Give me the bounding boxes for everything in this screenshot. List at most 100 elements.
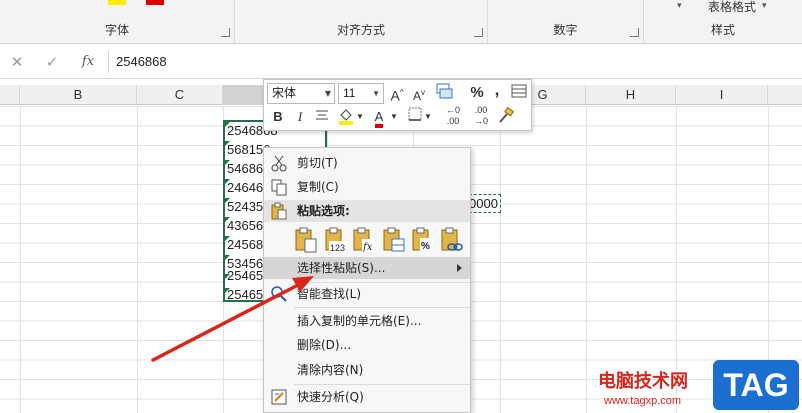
- ribbon-group-alignment: 对齐方式: [235, 0, 488, 44]
- paste-icon[interactable]: [295, 227, 317, 253]
- gridline: [137, 106, 138, 413]
- paste-link-icon[interactable]: [441, 227, 463, 253]
- borders-icon: [408, 107, 422, 121]
- insert-function-icon[interactable]: fx: [78, 53, 98, 71]
- align-center-button[interactable]: [313, 107, 331, 127]
- format-painter-table-button[interactable]: [509, 83, 529, 103]
- chevron-down-icon[interactable]: ▼: [424, 107, 432, 127]
- paste-percent-icon[interactable]: %: [412, 227, 434, 253]
- column-header-h[interactable]: H: [586, 85, 676, 105]
- ribbon-group-label: 字体: [104, 23, 129, 37]
- format-painter-icon: [499, 106, 515, 123]
- menu-item-label: 快速分析(Q): [297, 390, 364, 404]
- context-menu: 剪切(T) 复制(C) 粘贴选项: 123 fx % 选择性粘贴(S)... 智…: [263, 147, 471, 413]
- column-header-c[interactable]: C: [137, 85, 223, 105]
- enter-icon[interactable]: ✓: [42, 53, 62, 71]
- font-name-value: 宋体: [272, 86, 297, 100]
- decrease-decimal-label: .00: [474, 105, 488, 115]
- menu-item-smart-lookup[interactable]: 智能查找(L): [264, 283, 470, 305]
- decrease-font-button[interactable]: Av: [410, 83, 428, 103]
- column-header-j[interactable]: [768, 85, 802, 105]
- cancel-icon[interactable]: ✕: [7, 53, 27, 71]
- alignment-dialog-launcher-icon[interactable]: [474, 28, 483, 37]
- menu-item-label: 插入复制的单元格(E)...: [297, 314, 422, 328]
- paste-values-icon[interactable]: 123: [325, 227, 347, 253]
- format-painter-button[interactable]: [496, 106, 516, 127]
- number-format-icon: [436, 83, 453, 99]
- table-icon: [511, 84, 527, 98]
- menu-item-clear-contents[interactable]: 清除内容(N): [264, 359, 470, 381]
- paste-formatting-icon[interactable]: [383, 227, 405, 253]
- menu-item-insert-copied-cells[interactable]: 插入复制的单元格(E)...: [264, 310, 470, 332]
- chevron-down-icon[interactable]: ▼: [325, 84, 331, 103]
- copy-icon: [271, 179, 287, 196]
- chevron-down-icon[interactable]: ▾: [677, 0, 682, 12]
- decrease-decimal-button[interactable]: .00 →0: [468, 105, 494, 126]
- chevron-down-icon[interactable]: ▾: [762, 0, 767, 12]
- menu-item-copy[interactable]: 复制(C): [264, 176, 470, 198]
- paste-formulas-icon[interactable]: fx: [353, 227, 375, 253]
- align-center-icon: [316, 110, 328, 120]
- gridline: [20, 106, 21, 413]
- menu-item-label: 剪切(T): [297, 156, 338, 170]
- font-name-select[interactable]: 宋体 ▼: [267, 83, 335, 104]
- fill-bucket-icon: [339, 109, 353, 125]
- menu-item-delete[interactable]: 删除(D)...: [264, 334, 470, 356]
- menu-divider: [294, 307, 470, 308]
- percent-style-button[interactable]: %: [468, 83, 486, 103]
- paste-formulas-label: fx: [362, 242, 373, 253]
- increase-decimal-button[interactable]: ←0 .00: [440, 105, 466, 126]
- borders-button[interactable]: [406, 107, 424, 127]
- font-color-button[interactable]: A: [370, 107, 388, 128]
- menu-item-label: 智能查找(L): [297, 287, 362, 301]
- chevron-down-icon[interactable]: ▼: [372, 84, 380, 103]
- font-size-value: 11: [343, 86, 356, 100]
- ribbon-group-number: 数字: [488, 0, 644, 44]
- fill-color-button[interactable]: [336, 107, 356, 127]
- paste-values-label: 123: [330, 243, 345, 253]
- paste-percent-label: %: [421, 241, 430, 252]
- font-dialog-launcher-icon[interactable]: [221, 28, 230, 37]
- paste-options-row: 123 fx %: [295, 225, 470, 255]
- arrow-right-icon: →0: [473, 116, 488, 126]
- menu-item-label: 复制(C): [297, 180, 339, 194]
- bold-button[interactable]: B: [269, 107, 287, 127]
- arrow-left-icon: ←0: [445, 105, 460, 115]
- format-as-table-button[interactable]: 表格格式: [708, 0, 756, 14]
- formula-input[interactable]: 2546868: [116, 53, 796, 71]
- scissors-icon: [271, 155, 287, 172]
- watermark-tag-logo: TAG: [713, 360, 799, 410]
- watermark-url: www.tagxp.com: [604, 395, 682, 407]
- menu-item-quick-analysis[interactable]: 快速分析(Q): [264, 386, 470, 408]
- italic-button[interactable]: I: [291, 107, 309, 127]
- chevron-down-icon[interactable]: ▼: [356, 107, 364, 127]
- gridline: [500, 106, 501, 413]
- quick-analysis-icon: [271, 389, 287, 405]
- menu-item-paste-special[interactable]: 选择性粘贴(S)...: [264, 257, 470, 279]
- decrease-font-icon: A: [412, 89, 421, 103]
- ribbon-group-label: 数字: [553, 23, 578, 37]
- menu-item-label: 删除(D)...: [297, 338, 352, 352]
- font-size-select[interactable]: 11 ▼: [338, 83, 384, 104]
- increase-font-button[interactable]: A^: [388, 83, 406, 104]
- number-dialog-launcher-icon[interactable]: [630, 28, 639, 37]
- ribbon-group-label: 对齐方式: [336, 23, 385, 37]
- column-header-b[interactable]: B: [20, 85, 137, 105]
- chevron-down-icon[interactable]: ▼: [390, 107, 398, 127]
- chevron-right-icon: [457, 264, 462, 272]
- table-cell[interactable]: 0000: [469, 194, 498, 213]
- search-icon: [271, 286, 287, 302]
- font-color-icon: A: [374, 110, 384, 128]
- menu-divider: [294, 384, 470, 385]
- menu-item-cut[interactable]: 剪切(T): [264, 152, 470, 174]
- gridline: [586, 106, 587, 413]
- menu-item-label: 清除内容(N): [297, 363, 364, 377]
- comma-style-button[interactable]: ,: [490, 80, 504, 100]
- divider: [108, 51, 109, 73]
- mini-toolbar: 宋体 ▼ 11 ▼ A^ Av % , B I ▼ A ▼ ▼ ←0 .00 .…: [263, 79, 532, 131]
- select-all-corner[interactable]: [0, 85, 20, 105]
- number-format-button[interactable]: [434, 83, 456, 103]
- column-header-i[interactable]: I: [676, 85, 768, 105]
- clipboard-icon: [271, 202, 287, 220]
- ribbon: 字体 对齐方式 数字 样式 ▾ 表格格式 ▾: [0, 0, 802, 44]
